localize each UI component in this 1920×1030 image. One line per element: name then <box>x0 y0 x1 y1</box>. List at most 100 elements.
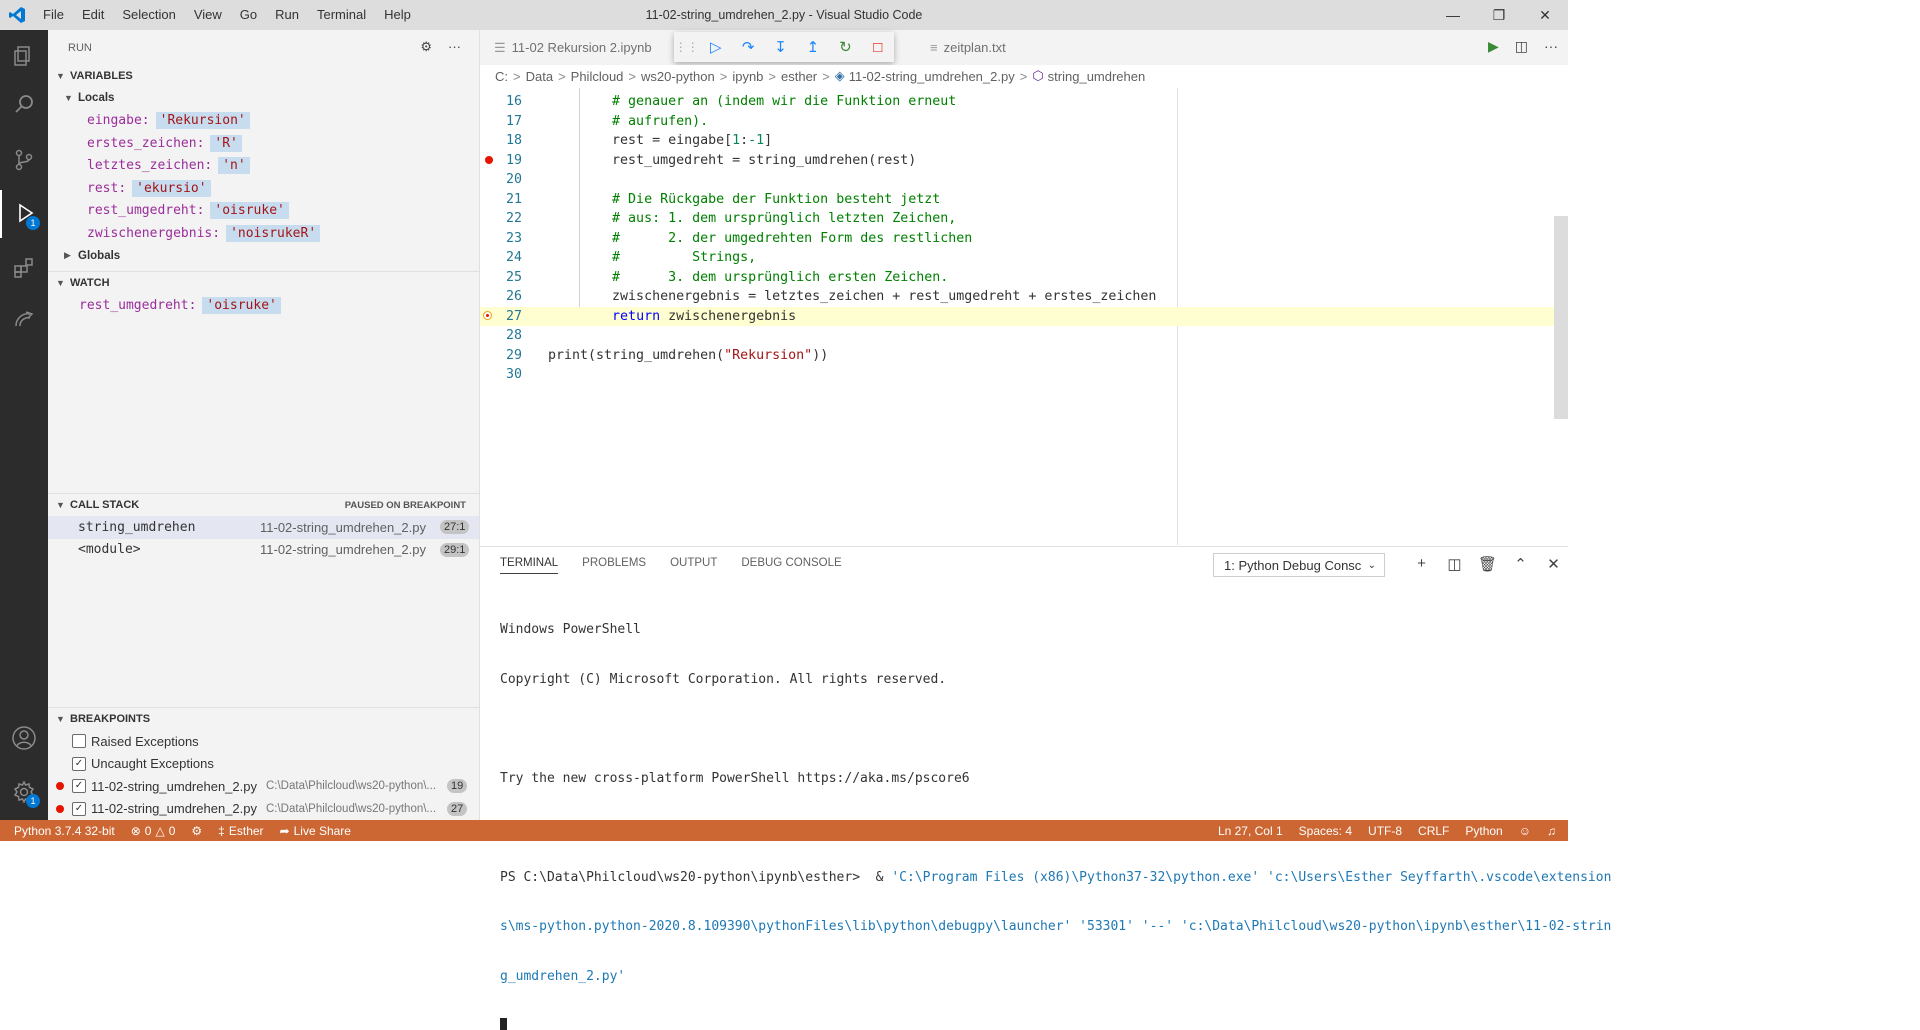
code-line[interactable]: 23 # 2. der umgedrehten Form des restlic… <box>480 229 1555 249</box>
account-icon[interactable] <box>0 714 48 762</box>
code-line[interactable]: 18 rest = eingabe[1:-1] <box>480 131 1555 151</box>
breakpoints-section-header[interactable]: ▼ BREAKPOINTS <box>48 708 479 730</box>
terminal-select[interactable]: 1: Python Debug Consc ⌄ <box>1213 553 1385 577</box>
close-panel-icon[interactable]: ✕ <box>1537 555 1570 573</box>
remote-explorer-icon[interactable] <box>0 296 48 344</box>
indentation[interactable]: Spaces: 4 <box>1291 824 1360 838</box>
debug-target[interactable]: ‡ Esther <box>210 824 271 838</box>
language-mode[interactable]: Python <box>1457 824 1510 838</box>
variables-section-header[interactable]: ▼ VARIABLES <box>48 65 479 87</box>
new-terminal-icon[interactable]: + <box>1405 555 1438 573</box>
trash-icon[interactable]: 🗑 <box>1471 555 1504 573</box>
variable-item[interactable]: eingabe: 'Rekursion' <box>48 110 479 133</box>
code-line[interactable]: 26 zwischenergebnis = letztes_zeichen + … <box>480 287 1555 307</box>
code-line[interactable]: 21 # Die Rückgabe der Funktion besteht j… <box>480 190 1555 210</box>
debug-status-icon[interactable]: ⚙ <box>183 824 210 838</box>
callstack-section-header[interactable]: ▼ CALL STACK PAUSED ON BREAKPOINT <box>48 494 479 516</box>
menu-selection[interactable]: Selection <box>113 0 184 30</box>
callstack-frame[interactable]: string_umdrehen 11-02-string_umdrehen_2.… <box>48 516 479 539</box>
breakpoint-item[interactable]: ✓ 11-02-string_umdrehen_2.py C:\Data\Phi… <box>48 775 479 798</box>
raised-exceptions-option[interactable]: Raised Exceptions <box>48 730 479 753</box>
split-editor-icon[interactable]: ◫ <box>1515 38 1528 55</box>
code-line[interactable]: 29 print(string_umdrehen("Rekursion")) <box>480 346 1555 366</box>
stop-icon[interactable]: □ <box>862 39 894 56</box>
raised-exceptions-checkbox[interactable] <box>72 734 86 749</box>
open-launch-json-icon[interactable]: ⚙ <box>420 39 432 55</box>
editor-more-icon[interactable]: ··· <box>1544 38 1558 55</box>
breakpoint-checkbox[interactable]: ✓ <box>72 779 86 794</box>
tab-problems[interactable]: PROBLEMS <box>582 557 646 574</box>
callstack-frame[interactable]: <module> 11-02-string_umdrehen_2.py 29:1 <box>48 539 479 562</box>
notifications-bell-icon[interactable]: ♫ <box>1539 824 1568 838</box>
tab-notebook[interactable]: ☰ 11-02 Rekursion 2.ipynb <box>494 30 652 65</box>
restart-icon[interactable]: ↻ <box>829 38 861 56</box>
code-line[interactable]: 16 # genauer an (indem wir die Funktion … <box>480 92 1555 112</box>
menu-run[interactable]: Run <box>266 0 308 30</box>
uncaught-exceptions-checkbox[interactable]: ✓ <box>72 756 86 771</box>
variable-item[interactable]: zwischenergebnis:'noisrukeR' <box>48 222 479 245</box>
code-line[interactable]: 24 # Strings, <box>480 248 1555 268</box>
settings-gear-icon[interactable]: 1 <box>0 768 48 816</box>
code-line[interactable]: 30 <box>480 365 1555 385</box>
search-icon[interactable] <box>0 80 48 128</box>
code-editor[interactable]: 16 # genauer an (indem wir die Funktion … <box>480 88 1568 545</box>
variable-item[interactable]: rest_umgedreht:'oisruke' <box>48 200 479 223</box>
encoding[interactable]: UTF-8 <box>1360 824 1410 838</box>
continue-icon[interactable]: ▷ <box>700 38 732 56</box>
close-window-icon[interactable]: ✕ <box>1522 0 1568 30</box>
breakpoint-dot-icon[interactable] <box>485 156 493 164</box>
tab-zeitplan[interactable]: ≡ zeitplan.txt <box>920 30 1038 65</box>
menu-file[interactable]: File <box>34 0 73 30</box>
terminal-output[interactable]: Windows PowerShell Copyright (C) Microso… <box>500 589 1611 1030</box>
watch-section-header[interactable]: ▼ WATCH <box>48 272 479 294</box>
editor-scrollbar[interactable] <box>1554 216 1568 419</box>
breakpoint-item[interactable]: ✓ 11-02-string_umdrehen_2.py C:\Data\Phi… <box>48 798 479 821</box>
step-over-icon[interactable]: ↷ <box>732 38 764 56</box>
code-line[interactable]: 20 <box>480 170 1555 190</box>
tab-debug-console[interactable]: DEBUG CONSOLE <box>741 557 841 574</box>
variable-item[interactable]: letztes_zeichen:'n' <box>48 155 479 178</box>
step-into-icon[interactable]: ↧ <box>764 38 796 56</box>
drag-handle-icon[interactable]: ⋮⋮ <box>674 40 700 54</box>
uncaught-exceptions-option[interactable]: ✓ Uncaught Exceptions <box>48 753 479 776</box>
variable-item[interactable]: erstes_zeichen: 'R' <box>48 132 479 155</box>
live-share-button[interactable]: ➦ Live Share <box>272 824 359 838</box>
menu-view[interactable]: View <box>185 0 231 30</box>
menu-edit[interactable]: Edit <box>73 0 113 30</box>
tab-output[interactable]: OUTPUT <box>670 557 717 574</box>
problems-indicator[interactable]: ⊗ 0 △ 0 <box>123 824 184 838</box>
variable-item[interactable]: rest:'ekursio' <box>48 177 479 200</box>
live-share-icon: ➦ <box>279 823 290 838</box>
locals-scope[interactable]: ▼ Locals <box>48 87 479 110</box>
python-interpreter[interactable]: Python 3.7.4 32-bit <box>0 824 123 838</box>
code-line[interactable]: 27 return zwischenergebnis <box>480 306 1555 326</box>
feedback-icon[interactable]: ☺ <box>1511 824 1539 838</box>
extensions-icon[interactable] <box>0 244 48 292</box>
split-terminal-icon[interactable]: ◫ <box>1438 555 1471 573</box>
explorer-icon[interactable] <box>0 32 48 80</box>
current-line-marker-icon[interactable] <box>483 311 492 320</box>
breakpoint-checkbox[interactable]: ✓ <box>72 801 86 816</box>
cursor-position[interactable]: Ln 27, Col 1 <box>1210 824 1291 838</box>
run-file-icon[interactable]: ▶ <box>1488 38 1499 55</box>
code-line[interactable]: 28 <box>480 326 1555 346</box>
restore-icon[interactable]: ❐ <box>1476 0 1522 30</box>
globals-scope[interactable]: ▶ Globals <box>48 245 479 268</box>
menu-terminal[interactable]: Terminal <box>308 0 375 30</box>
maximize-panel-icon[interactable]: ⌃ <box>1504 555 1537 573</box>
menu-go[interactable]: Go <box>231 0 266 30</box>
minimize-icon[interactable]: — <box>1430 0 1476 30</box>
code-line[interactable]: 25 # 3. dem ursprünglich ersten Zeichen. <box>480 268 1555 288</box>
watch-item[interactable]: rest_umgedreht: 'oisruke' <box>48 294 479 317</box>
menu-help[interactable]: Help <box>375 0 420 30</box>
run-badge: 1 <box>26 216 40 230</box>
code-line[interactable]: 19 rest_umgedreht = string_umdrehen(rest… <box>480 151 1555 171</box>
code-line[interactable]: 22 # aus: 1. dem ursprünglich letzten Ze… <box>480 209 1555 229</box>
source-control-icon[interactable] <box>0 136 48 184</box>
tab-terminal[interactable]: TERMINAL <box>500 557 559 574</box>
line-ending[interactable]: CRLF <box>1410 824 1457 838</box>
code-line[interactable]: 17 # aufrufen). <box>480 112 1555 132</box>
run-debug-icon[interactable]: 1 <box>0 190 48 238</box>
more-actions-icon[interactable]: ··· <box>448 39 461 55</box>
step-out-icon[interactable]: ↥ <box>797 38 829 56</box>
